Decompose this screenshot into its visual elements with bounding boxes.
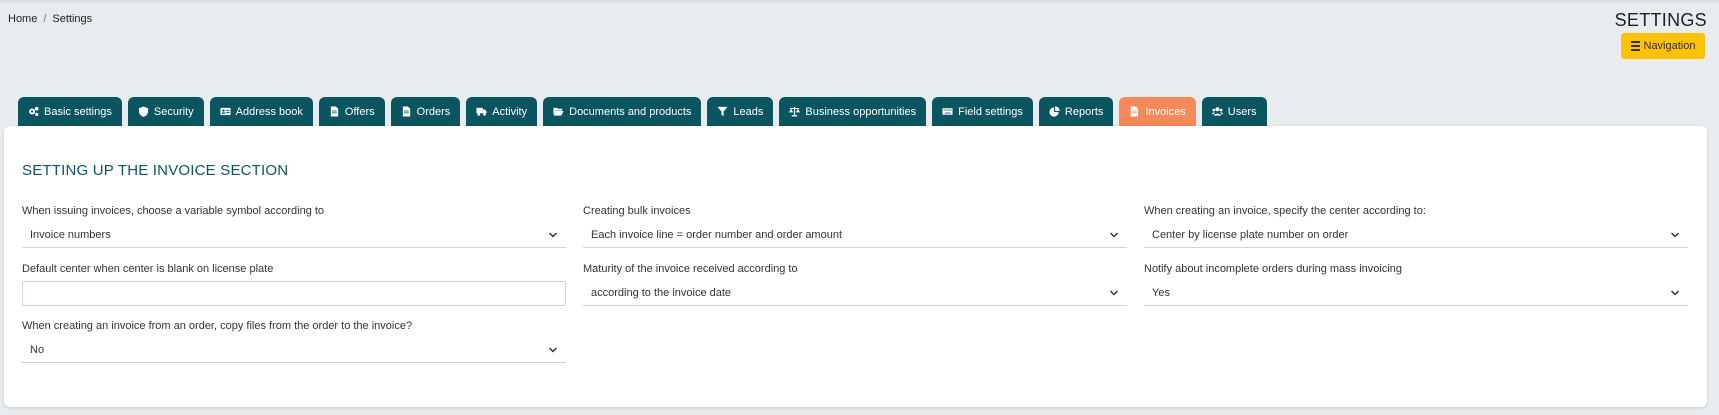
tab-address-book[interactable]: Address book — [209, 97, 313, 126]
file-icon — [330, 106, 339, 117]
address-card-icon — [220, 107, 231, 116]
field-label: Default center when center is blank on l… — [22, 263, 274, 275]
chevron-down-icon — [1109, 290, 1119, 296]
select-value: Yes — [1152, 287, 1170, 299]
cogs-icon — [29, 106, 39, 117]
balance-scale-icon — [789, 106, 801, 117]
tab-business-opportunities[interactable]: Business opportunities — [779, 97, 927, 126]
variable-symbol-select[interactable]: Invoice numbers — [22, 224, 566, 248]
field-label: Maturity of the invoice received accordi… — [583, 263, 798, 275]
file-icon — [402, 106, 410, 117]
chevron-down-icon — [1670, 232, 1680, 238]
tab-label: Leads — [733, 105, 764, 118]
field-bulk-invoices: Creating bulk invoices Each invoice line… — [583, 204, 1127, 248]
funnel-icon — [717, 106, 728, 117]
tab-label: Field settings — [958, 105, 1023, 118]
tab-label: Business opportunities — [805, 105, 917, 118]
field-notify-incomplete: Notify about incomplete orders during ma… — [1144, 262, 1688, 306]
tab-documents-and-products[interactable]: Documents and products — [543, 97, 702, 126]
chevron-down-icon — [1109, 232, 1119, 238]
field-invoice-maturity: Maturity of the invoice received accordi… — [583, 262, 1127, 306]
tab-label: Orders — [416, 105, 451, 118]
field-variable-symbol: When issuing invoices, choose a variable… — [22, 204, 566, 248]
breadcrumb-home[interactable]: Home — [8, 13, 37, 25]
field-label: Notify about incomplete orders during ma… — [1144, 263, 1403, 275]
tab-label: Invoices — [1145, 105, 1186, 118]
page-title: SETTINGS — [1614, 10, 1707, 30]
top-shadow — [0, 0, 1719, 4]
tab-label: Documents and products — [569, 105, 692, 118]
tab-activity[interactable]: Activity — [466, 97, 538, 126]
chevron-down-icon — [548, 347, 558, 353]
tab-label: Security — [153, 105, 194, 118]
breadcrumb: Home / Settings — [8, 13, 92, 25]
tab-basic-settings[interactable]: Basic settings — [18, 97, 122, 126]
tab-label: Users — [1227, 105, 1257, 118]
field-label: When creating an invoice from an order, … — [22, 320, 413, 332]
select-value: Invoice numbers — [30, 229, 111, 241]
tab-label: Address book — [235, 105, 303, 118]
invoice-settings-panel: SETTING UP THE INVOICE SECTION When issu… — [4, 126, 1707, 407]
invoice-center-select[interactable]: Center by license plate number on order — [1144, 224, 1688, 248]
shield-icon — [138, 106, 148, 117]
tab-orders[interactable]: Orders — [390, 97, 461, 126]
field-invoice-center: When creating an invoice, specify the ce… — [1144, 204, 1688, 248]
invoice-maturity-select[interactable]: according to the invoice date — [583, 282, 1127, 306]
section-title: SETTING UP THE INVOICE SECTION — [22, 162, 289, 179]
field-default-center: Default center when center is blank on l… — [22, 262, 566, 306]
tab-label: Basic settings — [44, 105, 112, 118]
breadcrumb-current: Settings — [52, 13, 93, 25]
field-copy-files: When creating an invoice from an order, … — [22, 319, 566, 363]
file-icon — [1131, 106, 1139, 117]
truck-icon — [476, 107, 487, 116]
tab-offers[interactable]: Offers — [318, 97, 385, 126]
tab-leads[interactable]: Leads — [707, 97, 774, 126]
select-value: No — [30, 344, 45, 356]
navigation-button[interactable]: Navigation — [1621, 33, 1705, 59]
chevron-down-icon — [548, 232, 558, 238]
tab-label: Activity — [492, 105, 528, 118]
tab-invoices[interactable]: Invoices — [1119, 97, 1196, 126]
field-label: When issuing invoices, choose a variable… — [22, 205, 325, 217]
tab-label: Offers — [344, 105, 375, 118]
tab-field-settings[interactable]: Field settings — [932, 97, 1033, 126]
copy-files-select[interactable]: No — [22, 339, 566, 363]
settings-tabs: Basic settings Security Address book Off… — [18, 97, 1267, 126]
default-center-input[interactable] — [22, 281, 566, 306]
select-value: according to the invoice date — [591, 287, 732, 299]
tab-users[interactable]: Users — [1201, 97, 1267, 126]
tab-reports[interactable]: Reports — [1038, 97, 1114, 126]
tab-label: Reports — [1064, 105, 1104, 118]
chevron-down-icon — [1670, 290, 1680, 296]
notify-incomplete-select[interactable]: Yes — [1144, 282, 1688, 306]
tab-security[interactable]: Security — [127, 97, 204, 126]
navigation-button-label: Navigation — [1643, 40, 1696, 52]
field-label: Creating bulk invoices — [583, 205, 691, 217]
bulk-invoices-select[interactable]: Each invoice line = order number and ord… — [583, 224, 1127, 248]
pie-chart-icon — [1049, 106, 1060, 117]
bars-icon — [1630, 41, 1640, 51]
folder-open-icon — [553, 107, 564, 116]
keyboard-icon — [942, 108, 953, 115]
select-value: Each invoice line = order number and ord… — [591, 229, 843, 241]
users-icon — [1211, 107, 1223, 116]
breadcrumb-separator: / — [43, 13, 47, 25]
field-label: When creating an invoice, specify the ce… — [1144, 205, 1426, 217]
select-value: Center by license plate number on order — [1152, 229, 1349, 241]
